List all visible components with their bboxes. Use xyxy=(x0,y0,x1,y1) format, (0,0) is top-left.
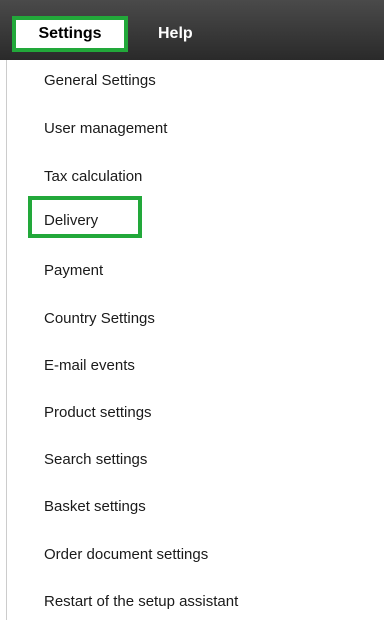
menu-item-payment[interactable]: Payment xyxy=(44,260,103,282)
menu-tab-settings[interactable]: Settings xyxy=(12,16,128,52)
menu-item-product-settings[interactable]: Product settings xyxy=(44,402,152,424)
settings-dropdown xyxy=(6,60,347,620)
menu-item-order-document-settings[interactable]: Order document settings xyxy=(44,544,208,566)
top-menubar: Settings Help xyxy=(0,0,384,60)
menu-tab-help[interactable]: Help xyxy=(158,16,218,52)
menu-item-email-events[interactable]: E-mail events xyxy=(44,355,135,377)
app-page: Settings Help General Settings User mana… xyxy=(0,0,384,620)
menu-item-country-settings[interactable]: Country Settings xyxy=(44,308,155,330)
menu-item-delivery[interactable]: Delivery xyxy=(44,210,98,232)
menu-item-search-settings[interactable]: Search settings xyxy=(44,449,147,471)
menu-item-restart-setup-assistant[interactable]: Restart of the setup assistant xyxy=(44,591,238,613)
menu-item-basket-settings[interactable]: Basket settings xyxy=(44,496,146,518)
menu-item-tax-calculation[interactable]: Tax calculation xyxy=(44,166,142,188)
menu-item-user-management[interactable]: User management xyxy=(44,118,167,140)
menu-item-general-settings[interactable]: General Settings xyxy=(44,70,156,92)
